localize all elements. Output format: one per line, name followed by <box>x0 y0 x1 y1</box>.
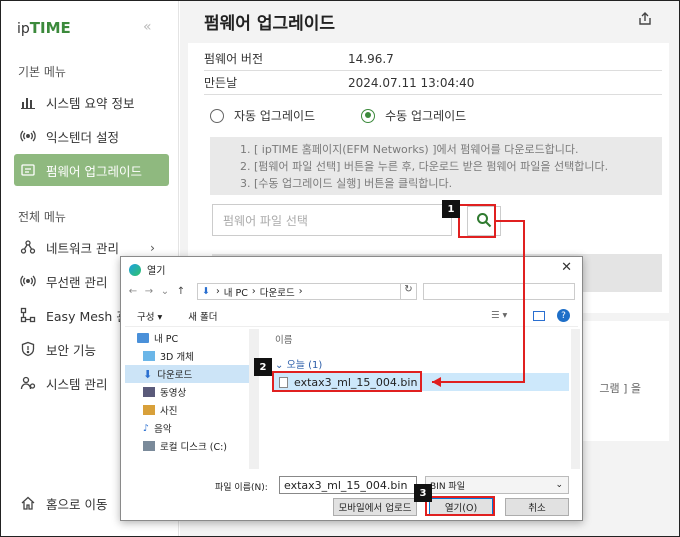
collapse-sidebar-icon[interactable]: « <box>143 19 152 35</box>
tree-item-videos[interactable]: 동영상 <box>125 383 249 401</box>
upgrade-mode: 자동 업그레이드 수동 업그레이드 <box>210 107 466 124</box>
info-row-build-date: 만든날 2024.07.11 13:04:40 <box>204 71 662 95</box>
sidebar-item-label: 익스텐더 설정 <box>46 129 119 145</box>
radio-circle-selected <box>361 108 376 123</box>
share-icon[interactable] <box>637 11 653 30</box>
highlight-search-button <box>458 204 496 238</box>
chevron-right-icon: › <box>150 239 155 255</box>
section-title-all: 전체 메뉴 <box>18 210 66 224</box>
tree-item-pc[interactable]: 내 PC <box>125 329 249 347</box>
step-badge-2: 2 <box>254 358 272 376</box>
dialog-search-input[interactable] <box>423 283 575 300</box>
sidebar-item-label: 무선랜 관리 <box>46 274 108 290</box>
wireless-icon <box>18 271 38 291</box>
bar-chart-icon <box>18 92 38 112</box>
address-bar[interactable]: ⬇ › 내 PC › 다운로드 › <box>197 283 417 300</box>
upload-from-mobile-button[interactable]: 모바일에서 업로드 <box>333 498 417 516</box>
file-list: 이름 ⌄ 오늘 (1) extax3_ml_15_004.bin <box>261 329 579 469</box>
firmware-file-input[interactable]: 펌웨어 파일 선택 <box>212 204 452 236</box>
instructions: 1. [ ipTIME 홈페이지(EFM Networks) ]에서 펌웨어를 … <box>210 137 662 195</box>
close-icon[interactable]: ✕ <box>561 260 572 275</box>
tree-item-3d-objects[interactable]: 3D 개체 <box>125 347 249 365</box>
dialog-titlebar: 열기 <box>129 262 165 277</box>
highlight-open-button <box>425 496 495 516</box>
step-badge-3: 3 <box>414 484 432 502</box>
sidebar-item-system-summary[interactable]: 시스템 요약 정보 <box>14 86 169 118</box>
sidebar-item-label: 펌웨어 업그레이드 <box>46 163 142 179</box>
network-icon <box>18 237 38 257</box>
tree-item-downloads[interactable]: ⬇ 다운로드 <box>125 365 249 383</box>
sidebar-item-label: 시스템 관리 <box>46 376 108 392</box>
firmware-icon <box>18 160 38 180</box>
dialog-navbar: ← → ⌄ ↑ ⬇ › 내 PC › 다운로드 › ↻ <box>125 280 578 302</box>
download-folder-icon: ⬇ <box>202 286 210 297</box>
disk-icon <box>143 441 155 451</box>
music-icon: ♪ <box>143 422 150 434</box>
forward-icon[interactable]: → <box>141 286 157 297</box>
truncated-text: 그램 ] 을 <box>599 382 641 395</box>
group-today[interactable]: ⌄ 오늘 (1) <box>275 356 322 371</box>
section-title-basic: 기본 메뉴 <box>18 65 66 79</box>
home-icon <box>18 493 38 513</box>
tree-item-local-disk[interactable]: 로컬 디스크 (C:) <box>125 437 249 455</box>
view-options-icon[interactable]: ☰ ▾ <box>491 310 507 321</box>
chevron-down-icon: ⌄ <box>555 480 563 490</box>
radio-manual-upgrade[interactable]: 수동 업그레이드 <box>361 107 466 124</box>
new-folder-button[interactable]: 새 폴더 <box>188 309 217 323</box>
info-row-version: 펌웨어 버전 14.96.7 <box>204 47 662 71</box>
sidebar-item-label: 시스템 요약 정보 <box>46 95 135 111</box>
left-scrollbar[interactable] <box>249 329 259 469</box>
right-scrollbar[interactable] <box>571 329 580 469</box>
dialog-toolbar: 구성 ▾ 새 폴더 ☰ ▾ ? <box>125 305 578 327</box>
system-icon <box>18 373 38 393</box>
back-icon[interactable]: ← <box>125 286 141 297</box>
preview-pane-icon[interactable] <box>533 310 545 321</box>
radio-auto-upgrade[interactable]: 자동 업그레이드 <box>210 107 315 124</box>
tree-item-music[interactable]: ♪ 음악 <box>125 419 249 437</box>
tree-item-pictures[interactable]: 사진 <box>125 401 249 419</box>
breadcrumb-pc[interactable]: 내 PC <box>224 285 248 299</box>
up-icon[interactable]: ↑ <box>173 286 189 297</box>
chevron-down-icon[interactable]: ⌄ <box>157 286 173 297</box>
help-icon[interactable]: ? <box>557 309 570 322</box>
breadcrumb-downloads[interactable]: 다운로드 <box>260 285 295 299</box>
refresh-icon[interactable]: ↻ <box>400 284 416 299</box>
picture-icon <box>143 405 155 415</box>
wireless-icon <box>18 126 38 146</box>
logo: ipTIME <box>17 19 71 37</box>
sidebar-item-extender-settings[interactable]: 익스텐더 설정 <box>14 120 169 152</box>
radio-circle <box>210 108 224 123</box>
sidebar-item-label: 네트워크 관리 <box>46 240 119 256</box>
column-name-header[interactable]: 이름 <box>275 332 292 346</box>
page-title: 펌웨어 업그레이드 <box>204 14 336 34</box>
mesh-icon <box>18 305 38 325</box>
step-badge-1: 1 <box>442 200 460 218</box>
shield-icon <box>18 339 38 359</box>
video-icon <box>143 387 155 397</box>
cancel-button[interactable]: 취소 <box>505 498 569 516</box>
filename-label: 파일 이름(N): <box>215 483 268 493</box>
sidebar-item-label: 보안 기능 <box>46 342 96 358</box>
sidebar-item-firmware-upgrade[interactable]: 펌웨어 업그레이드 <box>14 154 169 186</box>
navigation-tree: 내 PC 3D 개체 ⬇ 다운로드 동영상 사진 ♪ 음악 로컬 디스크 (C:… <box>125 329 249 469</box>
download-icon: ⬇ <box>143 367 153 381</box>
pc-icon <box>137 333 149 343</box>
sidebar-item-label: Easy Mesh 관 <box>46 308 128 324</box>
cube-icon <box>143 351 155 361</box>
highlight-file-row <box>272 371 422 392</box>
home-label: 홈으로 이동 <box>46 496 108 512</box>
organize-button[interactable]: 구성 ▾ <box>137 309 162 323</box>
filetype-select[interactable]: BIN 파일 ⌄ <box>425 476 569 494</box>
filename-input[interactable]: extax3_ml_15_004.bin <box>279 476 417 494</box>
edge-icon <box>129 263 141 276</box>
